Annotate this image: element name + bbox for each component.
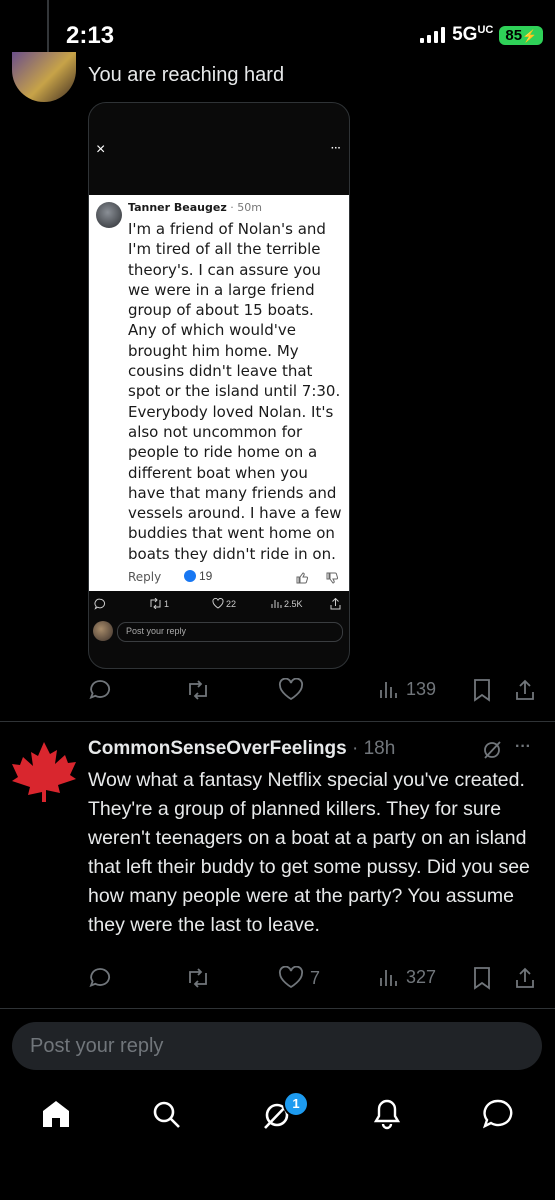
status-indicators: 5GUC 85⚡ (420, 24, 543, 46)
heart-icon (212, 598, 224, 609)
views-icon (271, 600, 282, 608)
inner-action-row: 1 22 2.5K (89, 597, 349, 615)
status-time: 2:13 (66, 22, 115, 49)
home-tab[interactable] (40, 1098, 72, 1130)
bookmark-button[interactable] (472, 966, 492, 990)
comment-actions: 7 327 (88, 966, 543, 990)
more-icon[interactable]: ··· (331, 143, 341, 154)
commenter-avatar (96, 202, 122, 228)
inner-repost[interactable]: 1 (149, 598, 169, 609)
bookmark-button[interactable] (472, 678, 492, 702)
search-tab[interactable] (150, 1098, 182, 1130)
repost-icon (150, 598, 161, 609)
share-icon (516, 967, 534, 988)
share-icon[interactable] (330, 598, 341, 610)
comment-text: Wow what a fantasy Netflix special you'v… (88, 769, 530, 936)
repost-button[interactable] (186, 678, 210, 702)
repost-button[interactable] (186, 966, 210, 990)
signal-icon (420, 27, 446, 43)
more-options-icon[interactable]: ··· (515, 738, 531, 756)
inner-like[interactable]: 22 (212, 598, 236, 609)
reply-button[interactable] (88, 966, 112, 990)
repost-icon (189, 680, 207, 700)
reply-text: You are reaching hard (88, 64, 285, 86)
heart-icon (279, 678, 303, 701)
like-reaction-icon (184, 570, 196, 582)
comment-header: Tanner Beaugez · 50m (128, 201, 262, 214)
comment-body: I'm a friend of Nolan's and I'm tired of… (128, 220, 342, 563)
username[interactable]: CommonSenseOverFeelings (88, 738, 347, 759)
bell-icon (373, 1099, 401, 1130)
reply-button[interactable] (88, 678, 112, 702)
views-icon (380, 970, 397, 986)
home-icon (43, 1101, 69, 1127)
bookmark-icon (474, 967, 490, 990)
thumbs-up-icon[interactable] (296, 572, 308, 584)
repost-icon (189, 968, 207, 988)
comment-time: · 18h (351, 738, 396, 759)
battery-indicator: 85⚡ (499, 25, 543, 45)
like-button[interactable]: 7 (278, 966, 320, 990)
share-icon (516, 679, 534, 700)
comment-header: CommonSenseOverFeelings · 18h (88, 738, 395, 760)
reaction-count: 19 (184, 569, 212, 583)
embedded-screenshot[interactable]: × ··· Tanner Beaugez · 50m I'm a friend … (88, 102, 350, 669)
share-button[interactable] (514, 966, 536, 990)
avatar[interactable] (12, 52, 76, 102)
search-icon (153, 1101, 180, 1128)
views-icon (380, 682, 397, 698)
reply-input[interactable]: Post your reply (12, 1022, 542, 1070)
network-type: 5GUC (452, 24, 494, 45)
reply-actions: 139 (88, 678, 543, 702)
inner-reply-input[interactable]: Post your reply (117, 622, 343, 642)
views-button[interactable]: 139 (378, 678, 436, 700)
comment-time: · 50m (230, 201, 262, 214)
comment-icon[interactable] (94, 598, 106, 610)
comment-icon (89, 680, 111, 700)
thumbs-down-icon[interactable] (326, 572, 338, 584)
commenter-name: Tanner Beaugez (128, 201, 227, 214)
comment-icon (89, 968, 111, 988)
notification-badge: 1 (283, 1091, 309, 1117)
close-icon[interactable]: × (96, 141, 105, 159)
chat-icon (482, 1099, 513, 1129)
bookmark-icon (474, 679, 490, 702)
inner-reply-avatar (93, 621, 113, 641)
like-button[interactable] (278, 678, 304, 702)
grok-icon[interactable] (481, 739, 503, 761)
divider (0, 1008, 555, 1009)
messages-tab[interactable] (482, 1098, 514, 1130)
divider (0, 721, 555, 722)
comment-panel: Tanner Beaugez · 50m I'm a friend of Nol… (89, 195, 349, 591)
views-button[interactable]: 327 (378, 966, 436, 988)
maple-leaf-avatar[interactable] (10, 740, 78, 804)
comment-reply-link[interactable]: Reply (128, 570, 161, 584)
share-button[interactable] (514, 678, 536, 702)
heart-icon (279, 966, 303, 989)
notifications-tab[interactable] (372, 1098, 402, 1130)
inner-views[interactable]: 2.5K (271, 598, 303, 609)
